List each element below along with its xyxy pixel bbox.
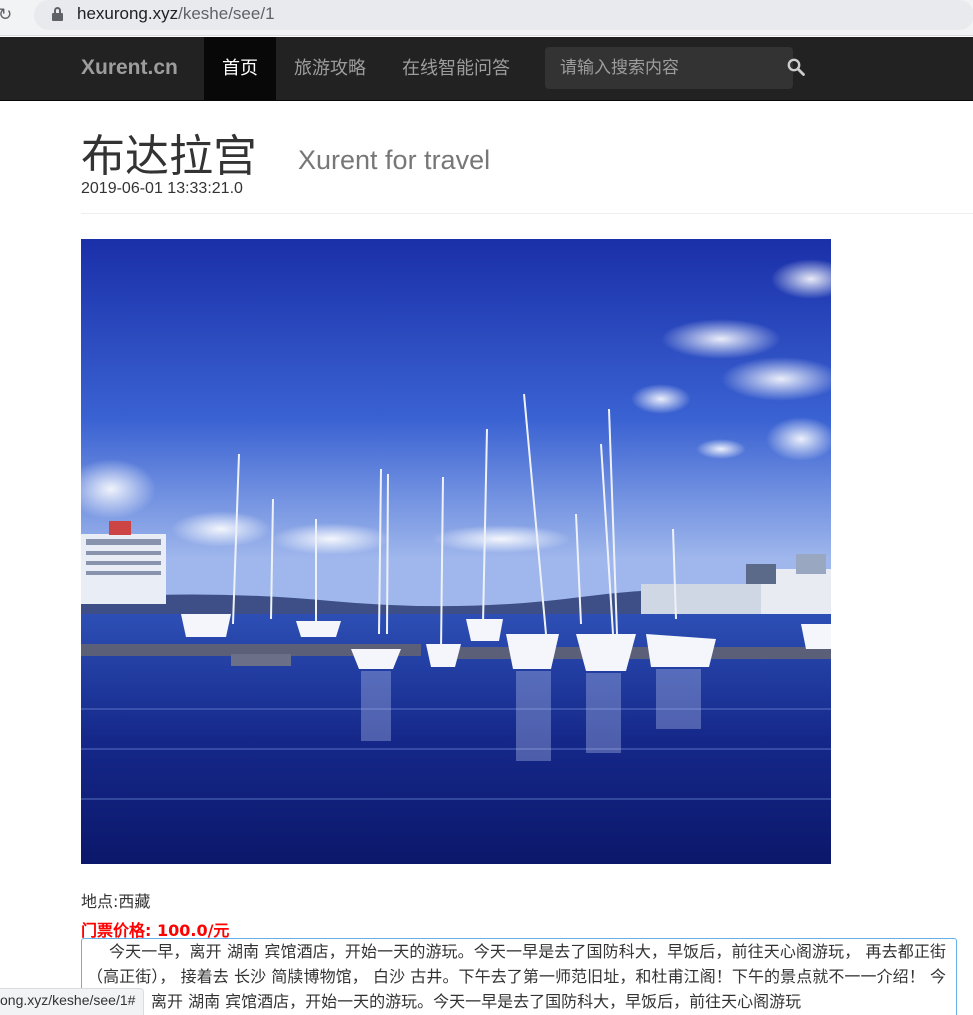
nav-item-online-qa[interactable]: 在线智能问答 bbox=[402, 37, 510, 100]
site-navbar: Xurent.cn 首页 旅游攻略 在线智能问答 bbox=[0, 37, 973, 101]
destination-photo bbox=[81, 239, 831, 864]
nav-item-home[interactable]: 首页 bbox=[204, 37, 276, 100]
page-subtitle: Xurent for travel bbox=[298, 145, 491, 175]
search-input[interactable] bbox=[545, 47, 793, 89]
url-host: hexurong.xyz bbox=[77, 4, 179, 23]
location-text: 地点:西藏 bbox=[81, 892, 151, 911]
page-title: 布达拉宫 bbox=[81, 131, 257, 182]
publish-date: 2019-06-01 13:33:21.0 bbox=[81, 180, 243, 197]
browser-address-bar: ↻ hexurong.xyz/keshe/see/1 bbox=[0, 0, 973, 36]
brand-link[interactable]: Xurent.cn bbox=[81, 56, 178, 80]
harbor-illustration bbox=[81, 239, 831, 864]
lock-icon[interactable] bbox=[52, 7, 63, 21]
nav-item-travel-guide[interactable]: 旅游攻略 bbox=[294, 37, 366, 100]
url-path: /keshe/see/1 bbox=[178, 4, 275, 23]
reload-icon[interactable]: ↻ bbox=[0, 5, 18, 25]
header-divider bbox=[81, 213, 973, 214]
browser-status-bar: ong.xyz/keshe/see/1# bbox=[0, 988, 145, 1015]
search-icon[interactable] bbox=[787, 58, 805, 76]
url-text[interactable]: hexurong.xyz/keshe/see/1 bbox=[77, 4, 275, 24]
description-text: 今天一早，离开 湖南 宾馆酒店，开始一天的游玩。今天一早是去了国防科大，早饭后，… bbox=[81, 938, 957, 1015]
